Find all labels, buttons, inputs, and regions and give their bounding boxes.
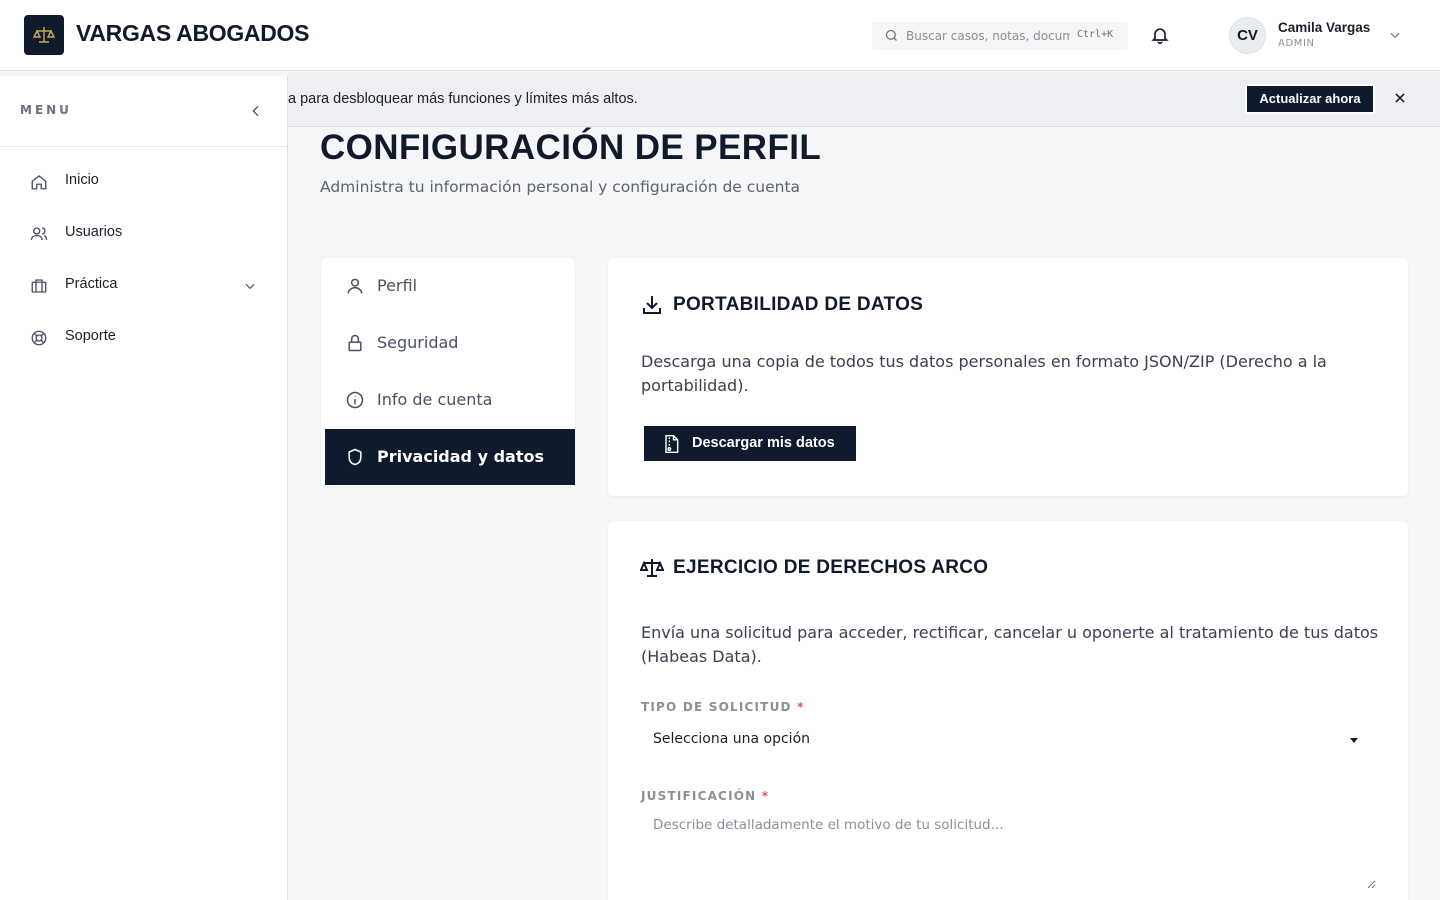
search-box[interactable]: Ctrl+K — [872, 22, 1128, 50]
scales-of-justice-icon — [32, 27, 56, 43]
portability-card: PORTABILIDAD DE DATOS Descarga una copia… — [608, 258, 1408, 496]
sidebar-item-inicio[interactable]: Inicio — [20, 161, 270, 201]
request-type-value: Selecciona una opción — [653, 731, 811, 747]
settings-tabs: Perfil Seguridad Info de cuenta Privacid… — [321, 258, 575, 486]
collapse-sidebar-icon[interactable] — [248, 103, 264, 119]
tab-privacidad[interactable]: Privacidad y datos — [325, 429, 575, 485]
page-title: CONFIGURACIÓN DE PERFIL — [320, 128, 822, 167]
user-menu[interactable]: CV Camila Vargas ADMIN — [1229, 17, 1419, 55]
tab-label: Seguridad — [377, 333, 459, 352]
request-type-label-text: TIPO DE SOLICITUD — [641, 700, 792, 714]
user-role: ADMIN — [1278, 38, 1315, 49]
upgrade-button[interactable]: Actualizar ahora — [1245, 84, 1375, 114]
lock-icon — [348, 334, 362, 352]
home-icon — [31, 175, 47, 190]
banner-text: a para desbloquear más funciones y límit… — [288, 91, 638, 107]
search-icon — [885, 29, 897, 41]
chevron-down-icon[interactable] — [243, 279, 257, 293]
tab-seguridad[interactable]: Seguridad — [325, 315, 575, 371]
notifications-bell-icon[interactable] — [1150, 25, 1170, 45]
sidebar-item-label: Soporte — [65, 328, 116, 344]
required-mark: * — [761, 789, 770, 803]
required-mark: * — [797, 700, 805, 714]
brand-name[interactable]: VARGAS ABOGADOS — [76, 20, 309, 47]
brand-logo[interactable] — [24, 15, 64, 55]
shield-icon — [348, 448, 362, 466]
download-data-button[interactable]: Descargar mis datos — [644, 426, 856, 461]
sidebar-item-label: Usuarios — [65, 224, 123, 240]
briefcase-icon — [31, 279, 47, 293]
arco-card: EJERCICIO DE DERECHOS ARCO Envía una sol… — [608, 521, 1408, 900]
info-icon — [346, 391, 364, 409]
top-bar: VARGAS ABOGADOS Ctrl+K CV Camila Vargas … — [0, 0, 1440, 71]
lifebuoy-icon — [31, 330, 47, 346]
download-data-label: Descargar mis datos — [692, 435, 835, 451]
file-archive-icon — [665, 434, 679, 454]
search-input[interactable] — [906, 22, 1070, 50]
tab-label: Info de cuenta — [377, 390, 493, 409]
sidebar-item-label: Práctica — [65, 276, 118, 292]
download-icon — [643, 296, 661, 314]
sidebar-header: MENU — [0, 76, 287, 147]
tab-label: Perfil — [377, 276, 418, 295]
upgrade-banner: a para desbloquear más funciones y límit… — [288, 72, 1440, 127]
sidebar: MENU Inicio Usuarios Práctica Soporte — [0, 76, 288, 900]
tab-label: Privacidad y datos — [377, 447, 544, 466]
request-type-label: TIPO DE SOLICITUD * — [641, 700, 805, 714]
arco-title: EJERCICIO DE DERECHOS ARCO — [673, 557, 989, 578]
tab-perfil[interactable]: Perfil — [325, 258, 575, 314]
request-type-select[interactable]: Selecciona una opción — [641, 724, 1376, 756]
portability-title: PORTABILIDAD DE DATOS — [673, 294, 924, 315]
scales-icon — [640, 559, 664, 577]
caret-down-icon — [1350, 738, 1358, 743]
user-name: Camila Vargas — [1278, 20, 1371, 35]
tab-info-cuenta[interactable]: Info de cuenta — [325, 372, 575, 428]
portability-description: Descarga una copia de todos tus datos pe… — [641, 352, 1327, 395]
chevron-down-icon — [1390, 32, 1400, 39]
arco-description: Envía una solicitud para acceder, rectif… — [641, 623, 1379, 666]
sidebar-item-label: Inicio — [65, 172, 99, 188]
users-icon — [30, 227, 48, 241]
user-icon — [347, 278, 363, 294]
sidebar-item-practica[interactable]: Práctica — [20, 265, 270, 305]
search-shortcut: Ctrl+K — [1077, 29, 1114, 40]
sidebar-item-soporte[interactable]: Soporte — [20, 317, 270, 357]
page-subtitle: Administra tu información personal y con… — [320, 178, 801, 196]
close-icon[interactable] — [1393, 91, 1407, 105]
justification-textarea[interactable] — [641, 811, 1376, 889]
sidebar-item-usuarios[interactable]: Usuarios — [20, 213, 270, 253]
menu-label: MENU — [20, 103, 72, 117]
justification-label: JUSTIFICACIÓN * — [641, 789, 769, 803]
justification-label-text: JUSTIFICACIÓN — [641, 789, 757, 803]
avatar: CV — [1229, 17, 1266, 54]
